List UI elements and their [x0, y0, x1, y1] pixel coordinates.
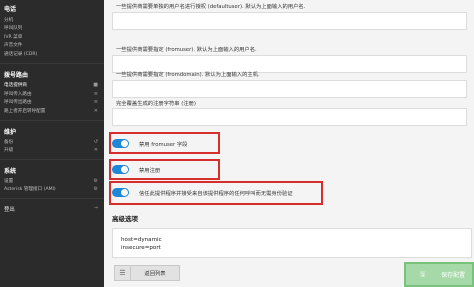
sidebar-item-queues[interactable]: 呼叫队列	[4, 25, 98, 31]
refresh-icon: ↺	[93, 139, 98, 145]
disable-fromuser-label: 禁用 fromuser 字段	[139, 141, 188, 148]
save-icon: 🖫	[420, 270, 426, 278]
sidebar-item-label: 呼叫队列	[4, 26, 23, 31]
sidebar-section-title: 电话	[4, 6, 17, 13]
sidebar-item-extensions[interactable]: 分机	[4, 17, 98, 23]
sidebar-item-label: 备份	[4, 140, 14, 145]
trust-provider-label: 信任此提供程序并接受来自该提供程序的任何呼叫而无需身份验证	[139, 190, 293, 197]
sidebar-item-label: IVR 菜单	[4, 35, 23, 40]
gear-icon: ⚙	[93, 186, 98, 192]
sidebar-item-forwarding-config[interactable]: 路上者开启转呼配置 ✕	[4, 108, 98, 114]
sidebar-item-ivr[interactable]: IVR 菜单	[4, 34, 98, 40]
sidebar-item-label: 通话记录 (CDR)	[4, 52, 38, 57]
list-icon: ≡	[93, 91, 98, 97]
sidebar-item-label: 升级	[4, 148, 14, 153]
back-to-list-label: 返回列表	[144, 271, 166, 277]
sidebar-item-incoming-routes[interactable]: 呼叫传入路由 ≡	[4, 91, 98, 97]
disable-registration-toggle-row: 禁用注册	[112, 160, 160, 179]
save-config-button[interactable]: 🖫 保存配置	[404, 262, 474, 287]
gear-icon: ⚙	[93, 178, 98, 184]
cross-icon: ✕	[93, 147, 98, 153]
fromdomain-help-text: 一些提供商需要指定 (fromdomain). 默认为上面输入的主机.	[116, 72, 260, 78]
sidebar-item-label: 呼叫传出路由	[4, 100, 32, 105]
register-string-input[interactable]	[112, 108, 467, 126]
logout-label: 登出	[4, 207, 15, 213]
sidebar-item-settings[interactable]: 设置 ⚙	[4, 178, 98, 184]
sidebar-item-label: 设置	[4, 179, 14, 184]
sidebar-item-label: 路上者开启转呼配置	[4, 109, 46, 114]
sidebar-divider	[0, 120, 104, 121]
defaultuser-help-text: 一些提供商需要单独的用户名进行授权 (defaultuser). 默认为上面输入…	[116, 4, 306, 10]
disable-registration-toggle[interactable]	[112, 165, 129, 174]
cross-icon: ✕	[93, 108, 98, 114]
logout-icon: →	[93, 205, 98, 211]
advanced-options-textarea[interactable]: host=dynamic insecure=port	[112, 228, 472, 258]
fromuser-help-text: 一些提供商需要指定 (fromuser). 默认为上面输入的用户名.	[116, 47, 257, 53]
disable-fromuser-toggle[interactable]	[112, 139, 129, 148]
sidebar-item-label: Asterisk 管理接口 (AMI)	[4, 187, 56, 192]
back-to-list-button[interactable]: ☰ 返回列表	[114, 265, 180, 281]
sidebar-item-providers[interactable]: 电话提供商 ■	[4, 82, 98, 88]
sidebar-item-ami[interactable]: Asterisk 管理接口 (AMI) ⚙	[4, 186, 98, 192]
toggle-knob	[121, 189, 128, 196]
sidebar-divider	[0, 198, 104, 199]
sidebar-section-title: 系统	[4, 168, 17, 175]
defaultuser-input[interactable]	[112, 12, 467, 30]
advanced-option-line: insecure=port	[121, 245, 161, 251]
advanced-option-line: host=dynamic	[121, 237, 162, 243]
logout-link[interactable]: 登出 →	[4, 205, 98, 213]
square-icon: ■	[93, 82, 98, 88]
toggle-knob	[121, 140, 128, 147]
sidebar-item-backup[interactable]: 备份 ↺	[4, 139, 98, 145]
sidebar-item-sounds[interactable]: 声音文件	[4, 42, 98, 48]
trust-provider-toggle[interactable]	[112, 188, 129, 197]
save-config-label: 保存配置	[441, 272, 466, 279]
sidebar-item-label: 分机	[4, 18, 14, 23]
sidebar-section-title: 拨号路由	[4, 72, 29, 79]
list-icon: ≡	[93, 99, 98, 105]
sidebar: 电话 分机 呼叫队列 IVR 菜单 声音文件 通话记录 (CDR) 拨号路由 电…	[0, 0, 104, 287]
register-string-help-text: 完全覆盖生成的注册字符串 (注册)	[116, 101, 196, 107]
sidebar-item-upgrade[interactable]: 升级 ✕	[4, 147, 98, 153]
fromdomain-input[interactable]	[112, 80, 467, 98]
toggle-knob	[121, 166, 128, 173]
sidebar-item-label: 声音文件	[4, 43, 23, 48]
trust-provider-toggle-row: 信任此提供程序并接受来自该提供程序的任何呼叫而无需身份验证	[112, 183, 293, 202]
sidebar-item-label: 电话提供商	[4, 83, 27, 88]
disable-fromuser-toggle-row: 禁用 fromuser 字段	[112, 134, 187, 153]
disable-registration-label: 禁用注册	[139, 167, 161, 174]
sidebar-section-title: 维护	[4, 129, 17, 136]
sidebar-divider	[0, 63, 104, 64]
advanced-options-title: 高级选项	[112, 215, 138, 223]
sidebar-item-outgoing-routes[interactable]: 呼叫传出路由 ≡	[4, 99, 98, 105]
list-icon: ☰	[115, 266, 131, 280]
sidebar-item-label: 呼叫传入路由	[4, 92, 32, 97]
sidebar-divider	[0, 159, 104, 160]
sidebar-item-cdr[interactable]: 通话记录 (CDR)	[4, 51, 98, 57]
